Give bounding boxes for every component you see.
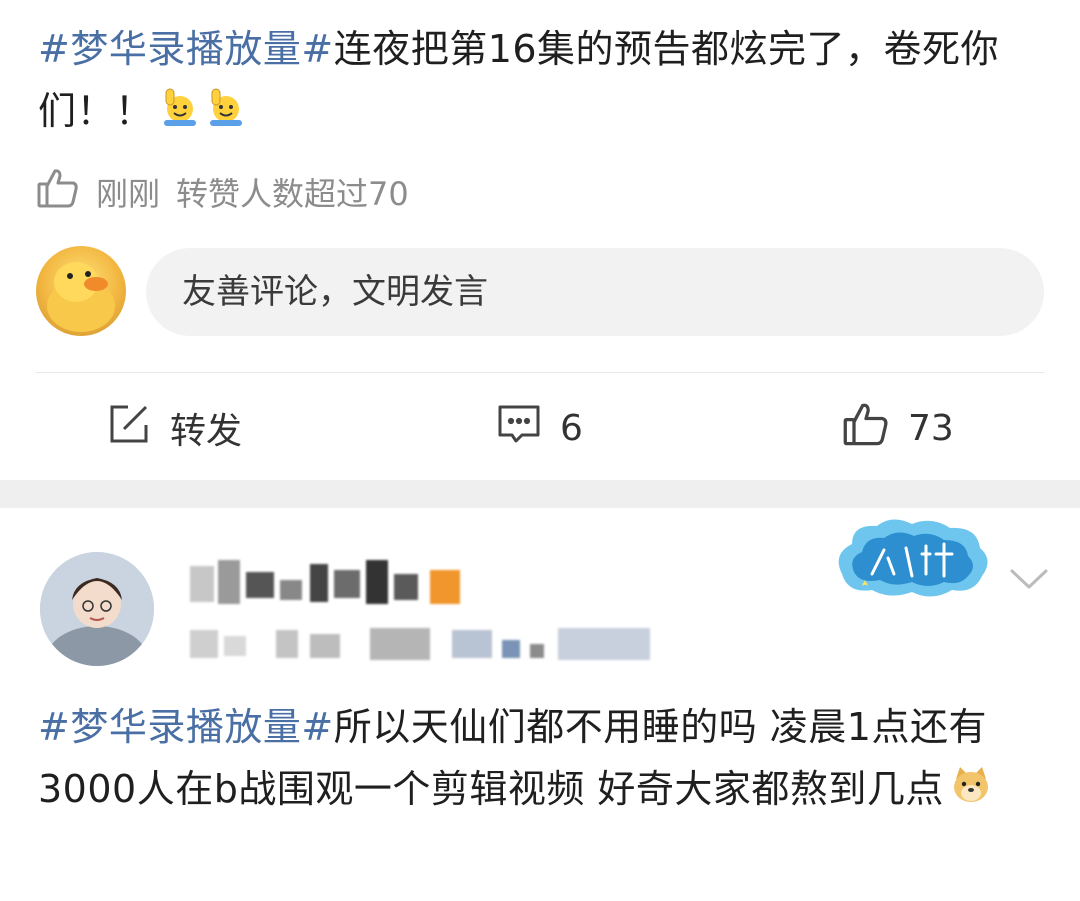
thumb-up-icon[interactable]: [36, 166, 80, 218]
comment-input[interactable]: [146, 248, 1044, 336]
hashtag-link[interactable]: #梦华录播放量#: [38, 27, 334, 71]
post-meta: 刚刚 转赞人数超过70: [36, 168, 409, 216]
like-button[interactable]: 73: [842, 384, 954, 472]
section-separator: [0, 480, 1080, 508]
avatar[interactable]: [40, 552, 154, 666]
divider: [36, 372, 1044, 373]
comment-button[interactable]: 6: [496, 384, 583, 472]
thumb-up-icon: [842, 400, 890, 457]
share-edit-icon: [106, 401, 152, 456]
post-text: #梦华录播放量#所以天仙们都不用睡的吗 凌晨1点还有3000人在b战围观一个剪辑…: [38, 696, 1048, 823]
comment-icon: [496, 401, 542, 456]
comment-count: 6: [560, 407, 583, 449]
repost-label: 转发: [170, 411, 243, 452]
avatar[interactable]: [36, 246, 126, 336]
repost-button[interactable]: 转发: [106, 384, 242, 472]
like-count: 73: [908, 407, 954, 449]
username-redacted[interactable]: [190, 560, 480, 606]
action-bar: 转发 6 73: [0, 384, 1080, 472]
raised-hand-emoji-icon: [206, 83, 246, 145]
hashtag-link[interactable]: #梦华录播放量#: [38, 705, 334, 749]
raised-hand-emoji-icon: [160, 83, 200, 145]
post-source-redacted: [190, 626, 670, 662]
doge-emoji-icon: [950, 761, 992, 823]
repost-like-stat: 转赞人数超过70: [176, 175, 409, 213]
member-badge-icon[interactable]: [832, 514, 992, 602]
chevron-down-icon[interactable]: [1008, 563, 1050, 595]
post-text: #梦华录播放量#连夜把第16集的预告都炫完了，卷死你们！！: [38, 18, 1048, 145]
post-time: 刚刚: [96, 175, 161, 213]
